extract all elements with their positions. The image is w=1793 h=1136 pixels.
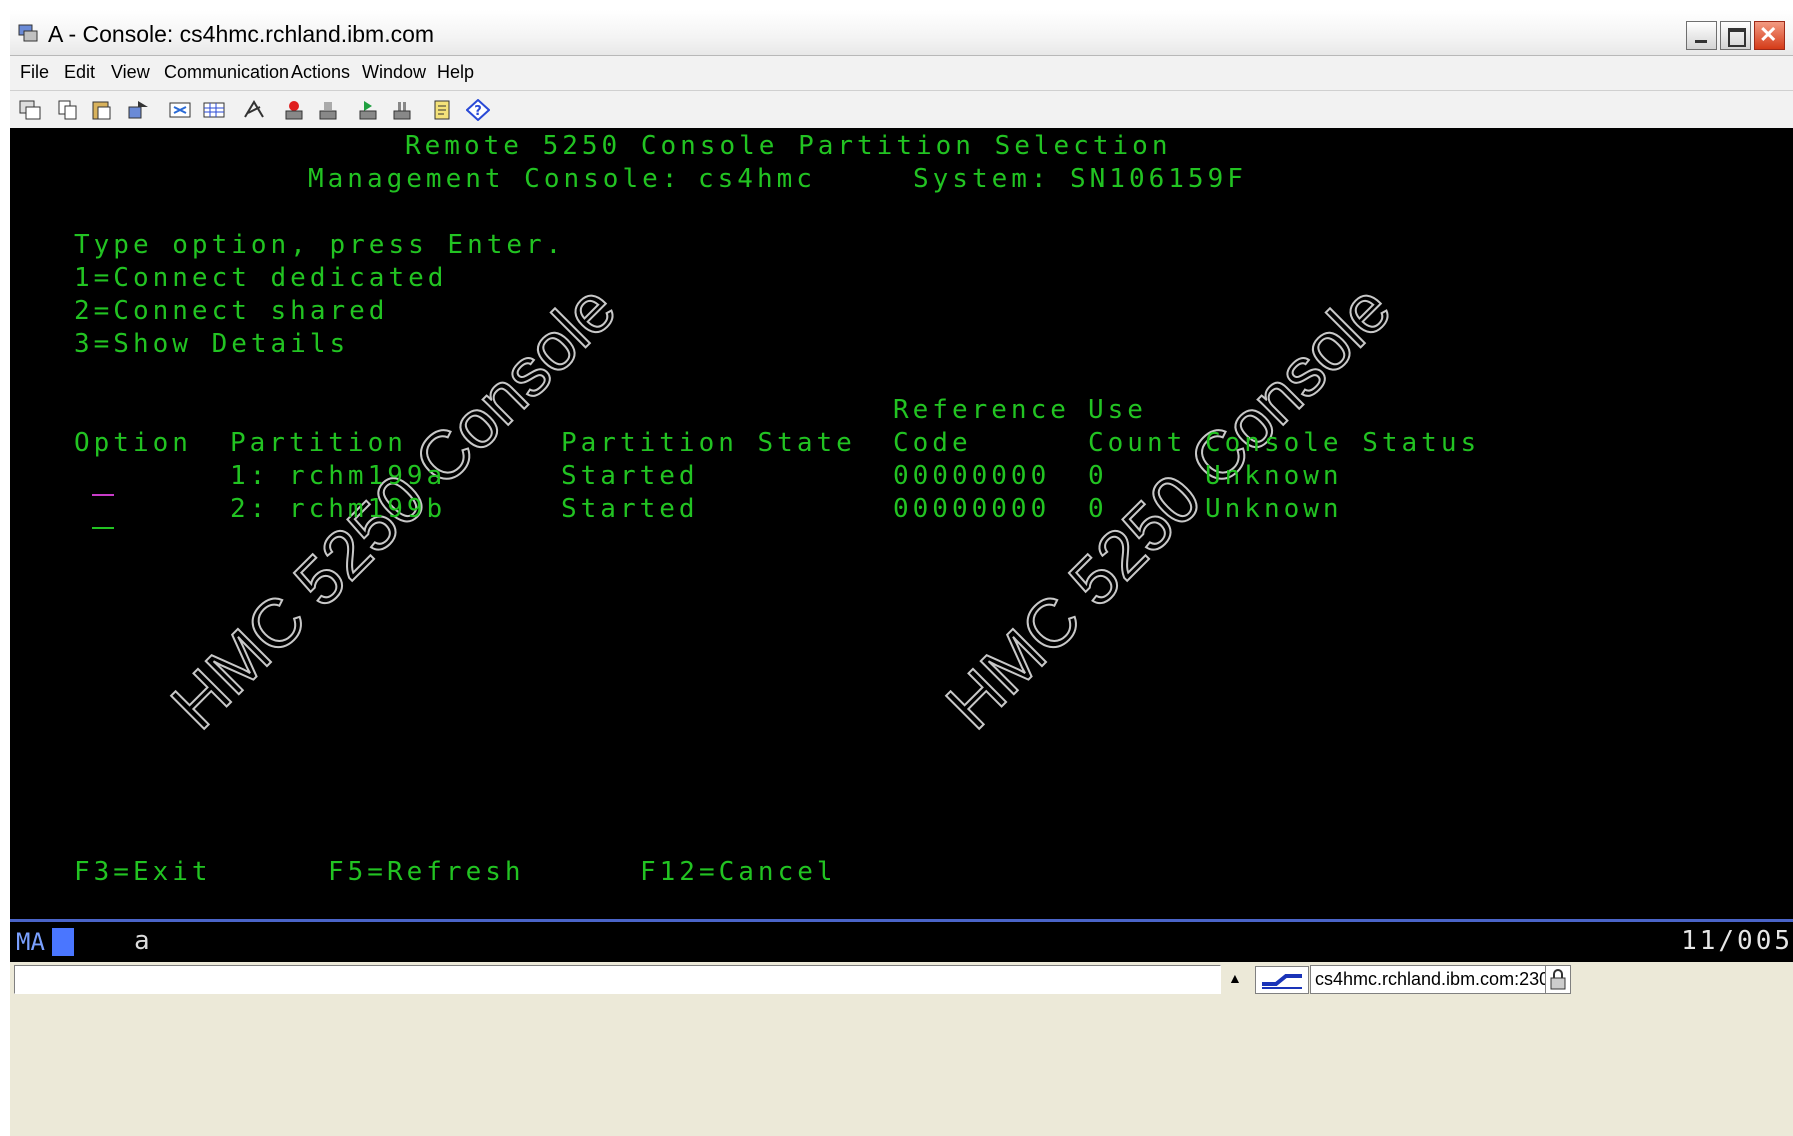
header-partition: Partition — [230, 428, 407, 458]
header-count: Count — [1088, 428, 1187, 458]
menu-help[interactable]: Help — [437, 62, 474, 83]
cursor-position: 11/005 — [1681, 926, 1793, 956]
toolbar: ? — [10, 91, 1793, 129]
session-lock-icon — [1545, 965, 1571, 994]
grid-icon[interactable] — [202, 99, 226, 121]
use-count: 0 — [1088, 461, 1108, 491]
header-console-status: Console Status — [1205, 428, 1481, 458]
console-status: Unknown — [1205, 494, 1343, 524]
option-input-row-2[interactable] — [92, 527, 114, 529]
option-input-row-1[interactable] — [92, 494, 114, 496]
console-status: Unknown — [1205, 461, 1343, 491]
scroll-up-arrow-icon[interactable]: ▲ — [1228, 970, 1242, 986]
window-title: A - Console: cs4hmc.rchland.ibm.com — [48, 21, 435, 47]
pause-icon[interactable] — [390, 99, 414, 121]
header-option: Option — [74, 428, 192, 458]
paste-icon[interactable] — [90, 99, 114, 121]
instruction-text: Type option, press Enter. — [74, 230, 566, 260]
partition-name: 2: rchm199b — [230, 494, 447, 524]
partition-state: Started — [561, 461, 699, 491]
option-connect-shared: 2=Connect shared — [74, 296, 389, 326]
close-button[interactable] — [1754, 21, 1785, 50]
management-console-value: cs4hmc — [698, 164, 816, 194]
status-message-field — [14, 965, 1221, 994]
oia-cursor-indicator — [52, 928, 74, 956]
use-count: 0 — [1088, 494, 1108, 524]
console-window: A - Console: cs4hmc.rchland.ibm.com File… — [10, 10, 1793, 1136]
svg-text:?: ? — [474, 104, 482, 119]
record-icon[interactable] — [282, 99, 306, 121]
send-receive-icon[interactable] — [126, 99, 150, 121]
copy-icon[interactable] — [56, 99, 80, 121]
keypad-icon[interactable] — [168, 99, 192, 121]
header-use: Use — [1088, 395, 1147, 425]
fkey-cancel[interactable]: F12=Cancel — [640, 857, 837, 887]
status-bar: ▲ cs4hmc.rchland.ibm.com:2300 — [10, 962, 1793, 996]
menu-view[interactable]: View — [111, 62, 150, 83]
reference-code: 00000000 — [893, 494, 1051, 524]
oia-input-char: a — [134, 926, 150, 956]
copy-screen-icon[interactable] — [18, 99, 42, 121]
menu-communication[interactable]: Communication — [164, 62, 289, 83]
stop-icon[interactable] — [316, 99, 340, 121]
macro-icon[interactable] — [242, 99, 266, 121]
screen-title: Remote 5250 Console Partition Selection — [405, 131, 1172, 161]
system-value: SN106159F — [1070, 164, 1247, 194]
system-label: System: — [913, 164, 1051, 194]
terminal-screen[interactable]: HMC 5250 Console HMC 5250 Console Remote… — [10, 128, 1793, 921]
partition-name: 1: rchm199a — [230, 461, 447, 491]
menu-actions[interactable]: Actions — [291, 62, 350, 83]
title-bar[interactable]: A - Console: cs4hmc.rchland.ibm.com — [10, 10, 1793, 56]
option-show-details: 3=Show Details — [74, 329, 350, 359]
menu-window[interactable]: Window — [362, 62, 426, 83]
header-code: Code — [893, 428, 972, 458]
help-icon[interactable]: ? — [466, 99, 490, 121]
play-icon[interactable] — [356, 99, 380, 121]
menu-bar: File Edit View Communication Actions Win… — [10, 56, 1793, 91]
menu-edit[interactable]: Edit — [64, 62, 95, 83]
minimize-button[interactable] — [1686, 21, 1717, 50]
notes-icon[interactable] — [430, 99, 454, 121]
reference-code: 00000000 — [893, 461, 1051, 491]
console-app-icon — [18, 24, 38, 42]
option-connect-dedicated: 1=Connect dedicated — [74, 263, 448, 293]
maximize-button[interactable] — [1720, 21, 1751, 50]
fkey-refresh[interactable]: F5=Refresh — [328, 857, 525, 887]
fkey-exit[interactable]: F3=Exit — [74, 857, 212, 887]
operator-info-area: MA a 11/005 — [10, 919, 1793, 964]
header-reference: Reference — [893, 395, 1070, 425]
oia-mode: MA — [16, 928, 45, 956]
connection-icon — [1255, 966, 1309, 994]
management-console-label: Management Console: — [308, 164, 682, 194]
menu-file[interactable]: File — [20, 62, 49, 83]
header-partition-state: Partition State — [561, 428, 856, 458]
host-address: cs4hmc.rchland.ibm.com:2300 — [1310, 965, 1546, 994]
partition-state: Started — [561, 494, 699, 524]
